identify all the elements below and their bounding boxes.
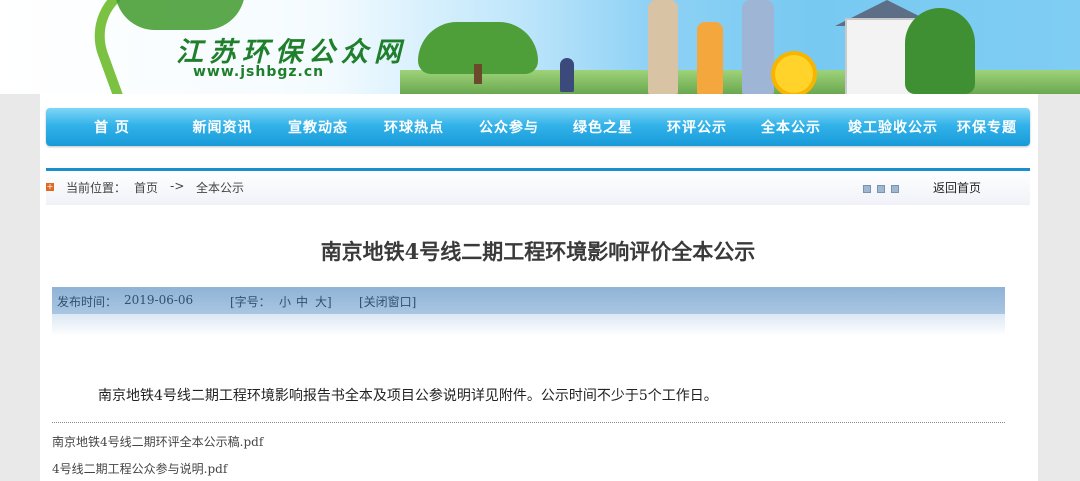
- nav-item-topics[interactable]: 环保专题: [951, 117, 1023, 137]
- meta-bar-shadow: [52, 314, 1005, 336]
- breadcrumb-home-link[interactable]: 首页: [134, 179, 158, 196]
- share-icon[interactable]: [891, 185, 899, 193]
- bush-illustration: [905, 8, 975, 94]
- close-window-button[interactable]: [关闭窗口]: [359, 293, 416, 310]
- child-illustration: [697, 22, 723, 94]
- site-banner: 江苏环保公众网 www.jshbgz.cn: [0, 0, 1080, 94]
- parent-illustration: [742, 0, 774, 94]
- nav-item-news[interactable]: 新闻资讯: [178, 117, 267, 137]
- page-tools: [863, 185, 899, 193]
- main-nav: 首 页 新闻资讯 宣教动态 环球热点 公众参与 绿色之星 环评公示 全本公示 竣…: [46, 108, 1030, 146]
- bullet-icon: +: [46, 182, 54, 191]
- nav-item-home[interactable]: 首 页: [46, 117, 178, 137]
- font-large-button[interactable]: 大]: [315, 293, 332, 310]
- breadcrumb-label: 当前位置：: [66, 181, 127, 195]
- breadcrumb: + 当前位置： 首页 -> 全本公示 返回首页: [46, 171, 1030, 205]
- nav-item-full-notice[interactable]: 全本公示: [747, 117, 835, 137]
- couple-illustration: [560, 58, 574, 92]
- publish-date: 2019-06-06: [124, 293, 194, 307]
- attachment-link[interactable]: 南京地铁4号线二期环评全本公示稿.pdf: [52, 433, 263, 450]
- print-icon[interactable]: [863, 185, 871, 193]
- nav-item-eia-notice[interactable]: 环评公示: [647, 117, 747, 137]
- parent-illustration: [648, 0, 678, 94]
- article-meta-bar: 发布时间： 2019-06-06 [字号： 小 中 大] [关闭窗口]: [52, 287, 1005, 314]
- breadcrumb-current: 全本公示: [196, 181, 245, 195]
- nav-item-green-star[interactable]: 绿色之星: [559, 117, 647, 137]
- font-small-button[interactable]: 小: [279, 293, 291, 310]
- font-size-label: [字号：: [230, 295, 271, 309]
- page-title: 南京地铁4号线二期工程环境影响评价全本公示: [320, 239, 756, 264]
- site-url: www.jshbgz.cn: [193, 64, 325, 80]
- favorite-icon[interactable]: [877, 185, 885, 193]
- sunflower-illustration: [775, 55, 813, 93]
- article-body: 南京地铁4号线二期工程环境影响报告书全本及项目公参说明详见附件。公示时间不少于5…: [98, 388, 718, 404]
- attachment-link[interactable]: 4号线二期工程公众参与说明.pdf: [52, 460, 227, 477]
- tree-trunk-illustration: [474, 64, 482, 84]
- nav-item-education[interactable]: 宣教动态: [267, 117, 369, 137]
- publish-label: 发布时间：: [57, 295, 118, 309]
- breadcrumb-separator: ->: [170, 179, 185, 193]
- nav-item-public-participation[interactable]: 公众参与: [459, 117, 559, 137]
- nav-item-acceptance-notice[interactable]: 竣工验收公示: [835, 117, 951, 137]
- font-medium-button[interactable]: 中: [296, 293, 308, 310]
- back-home-link[interactable]: 返回首页: [933, 179, 981, 196]
- nav-item-global[interactable]: 环球热点: [369, 117, 459, 137]
- attachment-divider: [52, 422, 1005, 423]
